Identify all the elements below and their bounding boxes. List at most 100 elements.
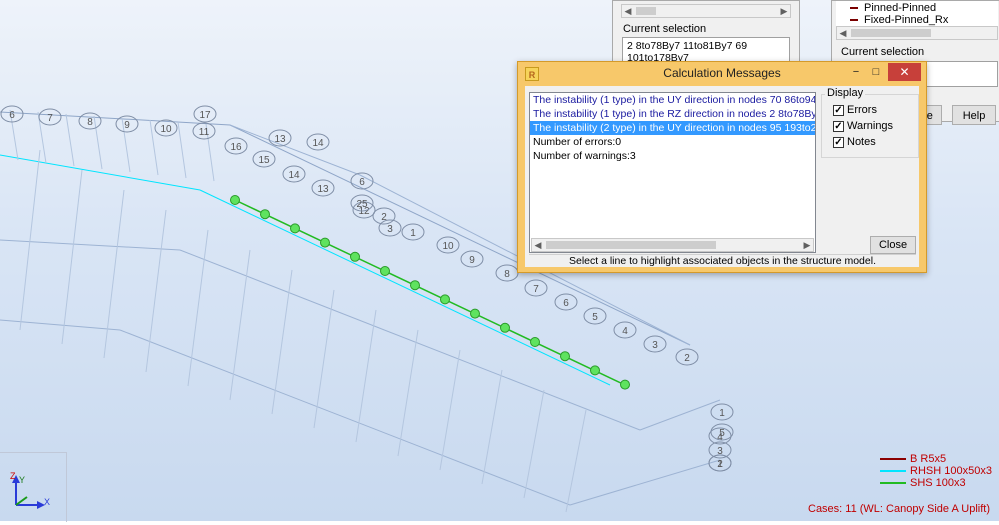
scroll-left-icon[interactable]: ◀ [532,239,544,251]
highlighted-node-icon[interactable] [440,294,450,305]
beam-line[interactable] [103,189,125,359]
node-number: 6 [359,177,365,188]
notes-checkbox[interactable]: ✓ Notes [833,136,876,148]
beam-line[interactable] [0,154,201,191]
legend-item-pinned-pinned[interactable]: Pinned-Pinned [850,2,936,14]
beam-line[interactable] [0,319,121,331]
beam-line[interactable] [229,124,361,176]
warnings-checkbox[interactable]: ✓ Warnings [833,120,893,132]
message-list[interactable]: The instability (1 type) in the UY direc… [529,92,816,253]
beam-line[interactable] [397,329,419,457]
beam-line[interactable] [523,389,545,499]
beam-line[interactable] [481,369,503,485]
highlighted-node-icon[interactable] [290,223,300,234]
close-button[interactable]: Close [870,236,916,254]
scroll-right-icon[interactable]: ▶ [801,239,813,251]
beam-line[interactable] [177,121,187,179]
maximize-icon[interactable]: □ [868,64,884,81]
beam-line[interactable] [149,119,159,176]
display-label: Display [825,87,866,99]
beam-line[interactable] [639,399,721,431]
beam-line[interactable] [65,113,75,167]
beam-line[interactable] [119,329,571,506]
node-number: 1 [410,228,416,239]
beam-line[interactable] [179,249,641,431]
close-icon[interactable]: ✕ [888,63,921,81]
node-number: 1 [717,459,723,470]
errors-checkbox[interactable]: ✓ Errors [833,104,877,116]
beam-line[interactable] [439,349,461,471]
node-number: 25 [356,199,368,210]
current-selection-field[interactable]: 2 8to78By7 11to81By7 69 101to178By7 102t… [622,37,790,63]
node-number: 14 [312,138,324,149]
beam-line[interactable] [0,239,181,251]
beam-line[interactable] [61,169,83,345]
message-row[interactable]: The instability (1 type) in the RZ direc… [530,107,815,121]
minimize-icon[interactable]: − [848,64,864,81]
message-row[interactable]: Number of errors:0 [530,135,815,149]
selection-scrollbar-top[interactable]: ◀ ▶ [621,4,791,18]
node-number: 16 [230,142,242,153]
beam-line[interactable] [355,309,377,443]
release-color-swatch [850,7,858,9]
node-number: 9 [469,255,475,266]
legend-item-fixed-pinned[interactable]: Fixed-Pinned_Rx [850,14,948,26]
highlighted-node-icon[interactable] [620,379,630,390]
beam-line[interactable] [229,249,251,401]
beam-line[interactable] [313,289,335,429]
node-number: 14 [288,170,300,181]
beam-line[interactable] [565,409,587,513]
message-row[interactable]: Number of warnings:3 [530,149,815,163]
scroll-right-icon[interactable]: ▶ [778,5,790,17]
highlighted-node-icon[interactable] [410,280,420,291]
axis-y-label: Y [19,475,26,485]
highlighted-node-icon[interactable] [320,237,330,248]
highlighted-node-icon[interactable] [530,337,540,347]
node-number: 6 [9,110,15,121]
checkmark-icon[interactable]: ✓ [833,120,844,132]
legend-swatch [880,470,906,472]
message-list-scrollbar[interactable]: ◀ ▶ [531,238,814,252]
highlighted-node-icon[interactable] [500,322,510,333]
node-number: 10 [442,241,454,252]
dialog-titlebar[interactable]: R Calculation Messages − □ ✕ [518,62,926,86]
section-list-scrollbar[interactable]: ◀ [836,26,998,40]
release-color-swatch [850,19,858,21]
message-row[interactable]: The instability (2 type) in the UY direc… [530,121,815,135]
axis-indicator: Z Y X [0,452,67,522]
node-number: 7 [47,113,53,124]
checkmark-icon[interactable]: ✓ [833,104,844,116]
legend-swatch [880,458,906,460]
scroll-left-icon[interactable]: ◀ [622,5,634,17]
highlighted-node-icon[interactable] [560,351,570,362]
highlighted-node-icon[interactable] [260,209,270,220]
message-row[interactable]: The instability (1 type) in the UY direc… [530,93,815,107]
node-number: 4 [717,432,723,443]
legend-row-rhsh: RHSH 100x50x3 [880,465,992,477]
node-number: 17 [199,110,211,121]
node-number: 11 [199,127,210,138]
highlighted-node-icon[interactable] [350,251,360,262]
dialog-title: Calculation Messages [663,66,781,80]
node-number: 4 [622,326,628,337]
node-number: 6 [563,298,569,309]
legend-row-shs: SHS 100x3 [880,477,992,489]
node-number: 2 [684,353,690,364]
help-button[interactable]: Help [952,105,996,125]
beam-line[interactable] [19,149,41,331]
highlighted-node-icon[interactable] [470,308,480,319]
axis-z-label: Z [10,471,16,481]
highlighted-node-icon[interactable] [230,195,240,205]
beam-line[interactable] [271,269,293,415]
beam-line[interactable] [569,459,721,506]
highlighted-node-icon[interactable] [380,266,390,276]
node-number: 5 [592,312,598,323]
legend-row-b-r5x5: B R5x5 [880,453,992,465]
checkmark-icon[interactable]: ✓ [833,136,844,148]
node-number: 3 [387,224,393,235]
highlighted-node-icon[interactable] [590,365,600,376]
beam-line[interactable] [145,209,167,373]
node-number: 13 [317,184,329,195]
node-number: 13 [274,134,286,145]
scroll-left-icon[interactable]: ◀ [837,27,849,39]
